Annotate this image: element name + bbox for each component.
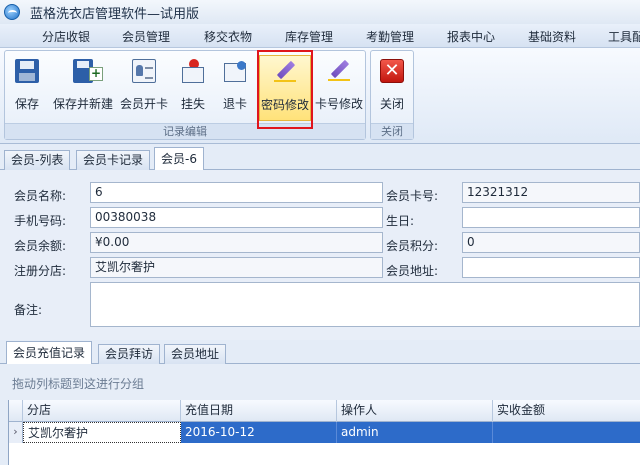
- save-icon: [15, 59, 39, 83]
- phone-label: 手机号码:: [14, 214, 67, 228]
- card-no-field[interactable]: 12321312: [462, 182, 640, 203]
- tab-member-addresses[interactable]: 会员地址: [164, 344, 227, 364]
- close-button[interactable]: ✕ 关闭: [373, 55, 411, 121]
- document-tabs: 会员-列表 会员卡记录 会员-6: [0, 146, 640, 171]
- menu-basic-data[interactable]: 基础资料: [528, 28, 576, 45]
- member-name-label: 会员名称:: [14, 189, 67, 203]
- member-form: 会员名称: 6 会员卡号: 12321312 手机号码: 00380038 生日…: [0, 170, 640, 340]
- card-no-label: 会员卡号:: [386, 189, 439, 203]
- tab-member-6[interactable]: 会员-6: [154, 147, 204, 171]
- menu-tools[interactable]: 工具配: [608, 28, 640, 45]
- points-label: 会员积分:: [386, 239, 439, 253]
- table-row[interactable]: › 艾凯尔奢护 2016-10-12 admin: [9, 422, 640, 443]
- notes-field[interactable]: [90, 282, 640, 327]
- birthday-field[interactable]: [462, 207, 640, 228]
- cell-date[interactable]: 2016-10-12: [181, 422, 337, 443]
- menu-inventory[interactable]: 库存管理: [285, 28, 333, 45]
- notes-label: 备注:: [14, 303, 43, 317]
- column-header-date[interactable]: 充值日期: [181, 400, 337, 422]
- balance-label: 会员余额:: [14, 239, 67, 253]
- cell-branch[interactable]: 艾凯尔奢护: [23, 422, 181, 443]
- menu-bar: 分店收银 会员管理 移交衣物 库存管理 考勤管理 报表中心 基础资料 工具配: [0, 24, 640, 48]
- tab-recharge-records[interactable]: 会员充值记录: [6, 341, 93, 365]
- sub-tabs: 会员充值记录 会员拜访 会员地址: [0, 340, 640, 365]
- pencil-icon: [327, 59, 351, 83]
- phone-field[interactable]: 00380038: [90, 207, 383, 228]
- branch-field[interactable]: 艾凯尔奢护: [90, 257, 383, 278]
- return-card-button[interactable]: 退卡: [215, 55, 255, 121]
- tab-member-card-records[interactable]: 会员卡记录: [76, 150, 151, 170]
- cell-operator[interactable]: admin: [337, 422, 493, 443]
- tab-member-visits[interactable]: 会员拜访: [98, 344, 161, 364]
- address-label: 会员地址:: [386, 264, 439, 278]
- address-field[interactable]: [462, 257, 640, 278]
- column-header-amount[interactable]: 实收金额: [493, 400, 640, 422]
- ribbon-group-close: ✕ 关闭 关闭: [370, 50, 414, 140]
- open-card-button[interactable]: 会员开卡: [117, 55, 171, 121]
- column-header-branch[interactable]: 分店: [23, 400, 181, 422]
- menu-attendance[interactable]: 考勤管理: [366, 28, 414, 45]
- balance-field[interactable]: ¥0.00: [90, 232, 383, 253]
- save-new-button[interactable]: 保存并新建: [49, 55, 117, 121]
- menu-branch-cashier[interactable]: 分店收银: [42, 28, 90, 45]
- points-field[interactable]: 0: [462, 232, 640, 253]
- recharge-grid: 分店 充值日期 操作人 实收金额 › 艾凯尔奢护 2016-10-12 admi…: [8, 400, 640, 465]
- title-bar: 蓝格洗衣店管理软件—试用版: [0, 0, 640, 24]
- app-logo-icon: [4, 4, 20, 20]
- row-indicator-icon: ›: [9, 422, 23, 443]
- save-new-icon: [73, 59, 103, 83]
- ribbon-group-label: 关闭: [371, 123, 413, 139]
- change-card-no-button[interactable]: 卡号修改: [313, 55, 365, 121]
- cell-amount[interactable]: [493, 422, 640, 443]
- birthday-label: 生日:: [386, 214, 415, 228]
- window-title: 蓝格洗衣店管理软件—试用版: [30, 6, 200, 22]
- save-button[interactable]: 保存: [7, 55, 47, 121]
- menu-member-management[interactable]: 会员管理: [122, 28, 170, 45]
- menu-reports[interactable]: 报表中心: [447, 28, 495, 45]
- grid-header: 分店 充值日期 操作人 实收金额: [9, 400, 640, 422]
- branch-label: 注册分店:: [14, 264, 67, 278]
- close-icon: ✕: [380, 59, 404, 83]
- menu-transfer-clothes[interactable]: 移交衣物: [204, 28, 252, 45]
- tab-member-list[interactable]: 会员-列表: [4, 150, 71, 170]
- report-loss-button[interactable]: 挂失: [173, 55, 213, 121]
- member-card-icon: [132, 59, 156, 83]
- column-header-operator[interactable]: 操作人: [337, 400, 493, 422]
- group-by-hint[interactable]: 拖动列标题到这进行分组: [0, 364, 640, 400]
- return-card-icon: [223, 59, 247, 83]
- report-loss-icon: [181, 59, 205, 83]
- ribbon: 保存 保存并新建 会员开卡 挂失 退卡 密码修改 卡号修改 记录编辑: [0, 48, 640, 144]
- member-name-field[interactable]: 6: [90, 182, 383, 203]
- highlight-box: [257, 50, 313, 129]
- grid-corner: [9, 400, 23, 422]
